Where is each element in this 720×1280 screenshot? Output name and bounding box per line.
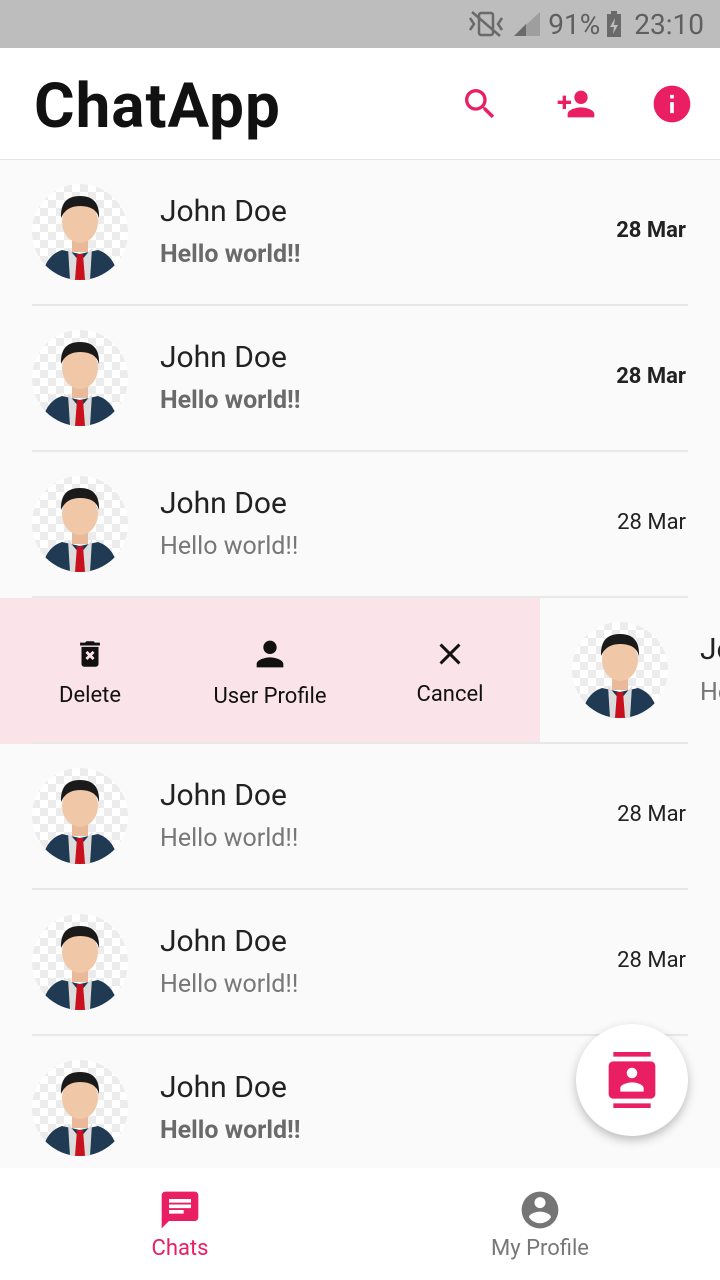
chat-name: John Doe [160, 194, 287, 229]
vibrate-mute-icon [466, 10, 506, 38]
chat-message: Hello world!! [160, 970, 299, 999]
search-button[interactable] [432, 48, 528, 160]
person-icon [256, 640, 284, 667]
chat-date: 28 Mar [617, 948, 686, 973]
nav-my-profile[interactable]: My Profile [360, 1168, 720, 1280]
chat-row[interactable]: John Doe Hello world!! 28 Mar [0, 452, 720, 598]
avatar [32, 1060, 128, 1156]
info-icon [653, 85, 691, 123]
avatar [32, 330, 128, 426]
nav-chats-label: Chats [151, 1235, 209, 1261]
avatar [32, 184, 128, 280]
search-icon [465, 89, 495, 119]
chat-message: Hello world!! [160, 824, 299, 853]
chat-message: Hello world!! [160, 240, 301, 269]
chat-message: Hello world!! [160, 386, 301, 415]
chat-message: He [700, 678, 720, 707]
chat-name: John Doe [160, 486, 287, 521]
add-user-icon [557, 90, 595, 118]
info-button[interactable] [624, 48, 720, 160]
chat-row[interactable]: John Doe Hello world!! 28 Mar [0, 890, 720, 1036]
clock: 23:10 [634, 7, 704, 41]
chat-list: John Doe Hello world!! 28 Mar John Doe H… [0, 160, 720, 1168]
chat-name: John Doe [160, 340, 287, 375]
user-profile-button[interactable]: User Profile [180, 598, 360, 744]
battery-charging-icon [606, 10, 622, 38]
chat-name: John Doe [160, 1070, 287, 1105]
chat-icon [161, 1191, 199, 1228]
contacts-icon [608, 1052, 656, 1108]
chat-name: Jo [700, 632, 720, 667]
avatar [32, 768, 128, 864]
app-bar: ChatApp [0, 48, 720, 160]
cancel-label: Cancel [416, 681, 484, 707]
delete-label: Delete [59, 682, 121, 708]
delete-icon [80, 640, 100, 667]
chat-message: Hello world!! [160, 532, 299, 561]
status-bar: 91% 23:10 [0, 0, 720, 48]
signal-icon [512, 10, 542, 38]
chat-row-swiped[interactable]: Jo He [540, 598, 720, 744]
chat-name: John Doe [160, 778, 287, 813]
delete-button[interactable]: Delete [0, 598, 180, 744]
chat-date: 28 Mar [616, 218, 686, 243]
nav-my-profile-label: My Profile [491, 1235, 589, 1261]
bottom-nav: Chats My Profile [0, 1168, 720, 1280]
chat-row[interactable]: John Doe Hello world!! 28 Mar [0, 306, 720, 452]
cancel-button[interactable]: Cancel [360, 598, 540, 744]
add-user-button[interactable] [528, 48, 624, 160]
contacts-fab[interactable] [576, 1024, 688, 1136]
close-icon [439, 643, 461, 664]
page-title: ChatApp [34, 70, 281, 143]
chat-name: John Doe [160, 924, 287, 959]
chat-message: Hello world!! [160, 1116, 301, 1145]
nav-chats[interactable]: Chats [0, 1168, 360, 1280]
user-profile-label: User Profile [213, 683, 327, 709]
battery-percent: 91% [548, 7, 601, 41]
avatar [32, 914, 128, 1010]
swipe-actions-panel: Delete User Profile Cancel [0, 598, 540, 744]
account-circle-icon [521, 1191, 559, 1228]
chat-date: 28 Mar [617, 802, 686, 827]
chat-date: 28 Mar [617, 510, 686, 535]
avatar [32, 476, 128, 572]
chat-date: 28 Mar [616, 364, 686, 389]
avatar [572, 622, 668, 718]
chat-row[interactable]: John Doe Hello world!! 28 Mar [0, 744, 720, 890]
chat-row[interactable]: John Doe Hello world!! 28 Mar [0, 160, 720, 306]
